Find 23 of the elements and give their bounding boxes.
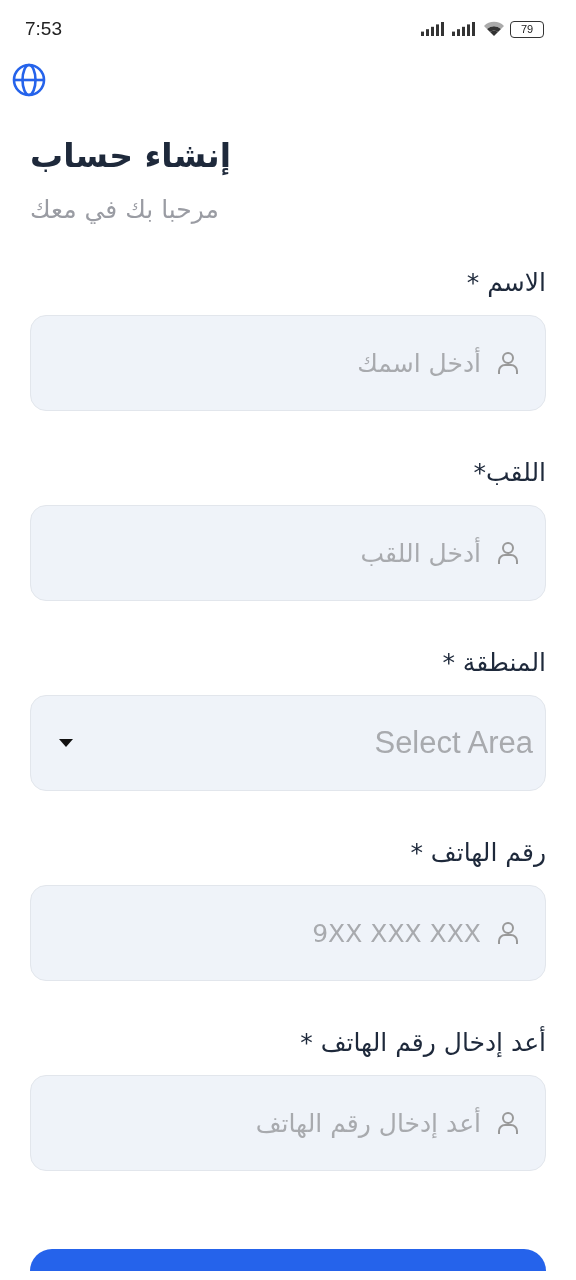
user-icon xyxy=(497,541,519,565)
input-field[interactable]: 9XX XXX XXX xyxy=(30,885,546,981)
user-icon xyxy=(497,921,519,945)
select-dropdown[interactable]: Select Area xyxy=(30,695,546,791)
field-label: أعد إدخال رقم الهاتف * xyxy=(300,1025,546,1059)
page-subtitle: مرحبا بك في معك xyxy=(30,194,219,226)
input-field[interactable]: أعد إدخال رقم الهاتف xyxy=(30,1075,546,1171)
field-label: الاسم * xyxy=(466,267,546,299)
status-time: 7:53 xyxy=(25,18,62,40)
battery-level: 79 xyxy=(520,23,534,35)
globe-icon[interactable] xyxy=(12,63,46,97)
signal-icon xyxy=(421,22,447,36)
caret-icon xyxy=(59,739,73,747)
field-label: رقم الهاتف * xyxy=(410,837,546,869)
page-title: إنشاء حساب xyxy=(30,135,231,177)
user-icon xyxy=(497,1111,519,1135)
signal-icon xyxy=(452,22,478,36)
input-field[interactable]: أدخل اسمك xyxy=(30,315,546,411)
user-icon xyxy=(497,351,519,375)
input-field[interactable]: أدخل اللقب xyxy=(30,505,546,601)
field-label: المنطقة * xyxy=(442,647,546,679)
wifi-icon xyxy=(483,21,505,37)
field-label: اللقب* xyxy=(473,457,546,489)
